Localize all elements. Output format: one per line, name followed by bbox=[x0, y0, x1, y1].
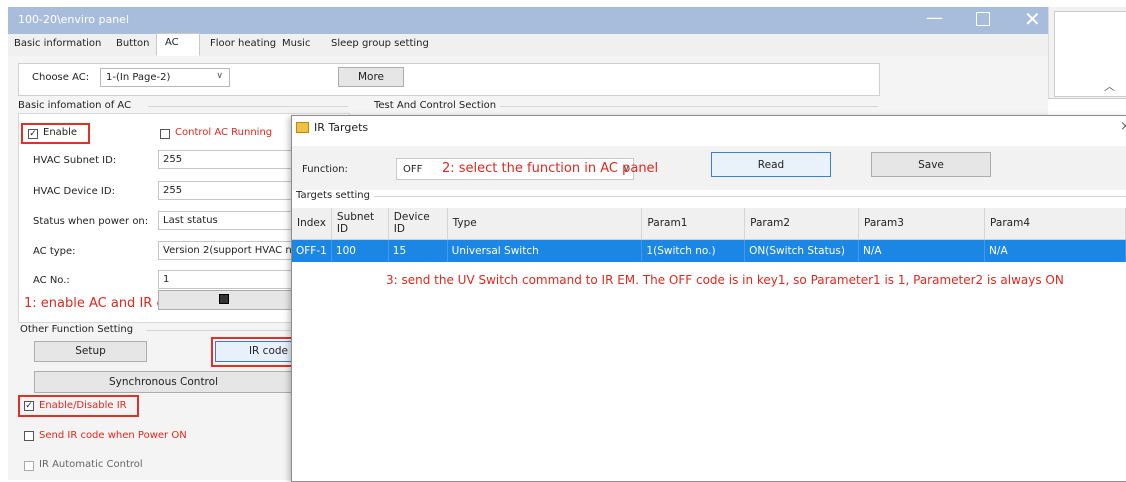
ir-code-button[interactable]: IR code bbox=[215, 341, 293, 362]
ir-auto-label: IR Automatic Control bbox=[39, 459, 143, 470]
chevron-down-icon: ∨ bbox=[623, 164, 630, 174]
tab-basic-information[interactable]: Basic information bbox=[14, 38, 101, 49]
section-divider bbox=[374, 196, 1126, 197]
window-title: 100-20\enviro panel bbox=[18, 13, 129, 26]
col-header-device-id[interactable]: Device ID bbox=[388, 208, 448, 240]
send-ir-checkbox[interactable] bbox=[24, 431, 34, 441]
col-header-subnet-id[interactable]: Subnet ID bbox=[331, 208, 389, 240]
floppy-disk-icon bbox=[219, 294, 229, 304]
cell-type[interactable]: Universal Switch bbox=[447, 239, 643, 262]
other-function-title: Other Function Setting bbox=[20, 324, 134, 335]
control-running-checkbox[interactable] bbox=[160, 129, 170, 139]
enable-ir-checkbox[interactable]: ✓ bbox=[24, 401, 34, 411]
table-header-row: Index Subnet ID Device ID Type Param1 Pa… bbox=[292, 208, 1126, 240]
dialog-close-icon[interactable]: × bbox=[1120, 119, 1126, 134]
cell-subnet-id[interactable]: 100 bbox=[331, 239, 389, 262]
synchronous-control-button[interactable]: Synchronous Control bbox=[34, 371, 293, 393]
col-header-type[interactable]: Type bbox=[447, 208, 643, 240]
targets-setting-title: Targets setting bbox=[296, 190, 370, 201]
background-listbox bbox=[1054, 11, 1126, 97]
targets-table: Index Subnet ID Device ID Type Param1 Pa… bbox=[292, 208, 1126, 262]
chevron-down-icon: ∨ bbox=[216, 71, 223, 81]
setup-button[interactable]: Setup bbox=[34, 341, 147, 362]
device-id-field[interactable]: 255 bbox=[158, 181, 292, 200]
annotation-step-3: 3: send the UV Switch command to IR EM. … bbox=[386, 273, 1064, 287]
ac-type-select[interactable]: Version 2(support HVAC no bbox=[158, 241, 292, 260]
section-divider bbox=[500, 106, 878, 107]
enable-checkbox[interactable]: ✓ bbox=[28, 129, 38, 139]
basic-info-title: Basic infomation of AC bbox=[18, 100, 132, 111]
cell-param2[interactable]: ON(Switch Status) bbox=[744, 239, 859, 262]
status-power-on-select[interactable]: Last status bbox=[158, 211, 292, 230]
subnet-id-label: HVAC Subnet ID: bbox=[33, 155, 117, 166]
read-button[interactable]: Read bbox=[711, 152, 831, 177]
table-row[interactable]: OFF-1 100 15 Universal Switch 1(Switch n… bbox=[292, 239, 1126, 262]
status-power-on-label: Status when power on: bbox=[33, 216, 149, 227]
choose-ac-value: 1-(In Page-2) bbox=[106, 72, 171, 83]
send-ir-label: Send IR code when Power ON bbox=[39, 430, 187, 441]
col-header-param2[interactable]: Param2 bbox=[744, 208, 859, 240]
ac-no-field[interactable]: 1 bbox=[158, 270, 292, 289]
maximize-icon[interactable] bbox=[976, 12, 990, 26]
control-running-label: Control AC Running bbox=[175, 127, 273, 138]
ac-no-label: AC No.: bbox=[33, 275, 70, 286]
function-label: Function: bbox=[302, 164, 348, 175]
save-button[interactable]: Save bbox=[871, 152, 991, 177]
ir-auto-checkbox[interactable] bbox=[24, 461, 34, 471]
tab-floor-heating[interactable]: Floor heating bbox=[210, 38, 276, 49]
tab-ac[interactable]: AC bbox=[156, 33, 200, 56]
col-header-param1[interactable]: Param1 bbox=[641, 208, 746, 240]
cell-device-id[interactable]: 15 bbox=[388, 239, 448, 262]
minimize-icon[interactable]: — bbox=[926, 8, 943, 28]
window-titlebar: 100-20\enviro panel — ✕ bbox=[8, 7, 1048, 34]
function-select[interactable]: OFF 2: select the function in AC panel ∨ bbox=[396, 158, 658, 180]
window-icon bbox=[296, 122, 309, 133]
cell-param4[interactable]: N/A bbox=[984, 239, 1126, 262]
col-header-index[interactable]: Index bbox=[292, 208, 332, 240]
cell-param1[interactable]: 1(Switch no.) bbox=[641, 239, 746, 262]
section-divider bbox=[146, 330, 294, 331]
function-value: OFF bbox=[403, 164, 423, 175]
tab-button[interactable]: Button bbox=[116, 38, 150, 49]
tab-music[interactable]: Music bbox=[282, 38, 310, 49]
device-id-label: HVAC Device ID: bbox=[33, 186, 115, 197]
choose-ac-label: Choose AC: bbox=[32, 72, 90, 83]
enable-label: Enable bbox=[43, 127, 78, 138]
enable-ir-label: Enable/Disable IR bbox=[39, 400, 127, 411]
cell-param3[interactable]: N/A bbox=[858, 239, 986, 262]
subnet-id-field[interactable]: 255 bbox=[158, 150, 292, 169]
dialog-title: IR Targets bbox=[314, 121, 369, 134]
col-header-param4[interactable]: Param4 bbox=[984, 208, 1126, 240]
tab-sleep-group-setting[interactable]: Sleep group setting bbox=[331, 38, 429, 49]
ac-type-label: AC type: bbox=[33, 246, 76, 257]
choose-ac-select[interactable]: 1-(In Page-2) ∨ bbox=[100, 68, 230, 87]
section-divider bbox=[148, 106, 348, 107]
cell-index[interactable]: OFF-1 bbox=[292, 239, 332, 262]
chevron-up-icon[interactable]: ︿ bbox=[1104, 78, 1115, 94]
save-settings-button[interactable] bbox=[158, 290, 292, 310]
close-icon[interactable]: ✕ bbox=[1024, 7, 1041, 31]
col-header-param3[interactable]: Param3 bbox=[858, 208, 986, 240]
more-button[interactable]: More bbox=[338, 67, 404, 87]
test-section-title: Test And Control Section bbox=[374, 100, 497, 111]
